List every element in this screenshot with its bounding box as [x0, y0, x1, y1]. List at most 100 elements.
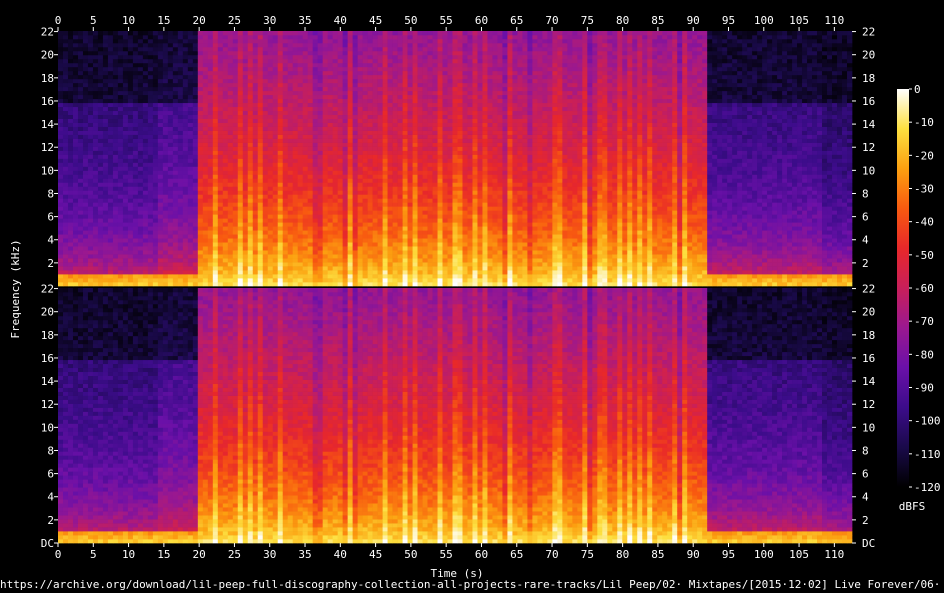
spectrogram-cell — [237, 38, 244, 44]
spectrogram-cell — [267, 242, 274, 247]
spectrogram-cell — [147, 190, 154, 195]
spectrogram-cell — [242, 190, 249, 195]
spectrogram-cell — [197, 70, 204, 76]
spectrogram-cell — [127, 254, 134, 259]
spectrogram-cell — [247, 238, 254, 243]
spectrogram-cell — [147, 31, 154, 36]
spectrogram-cell — [212, 178, 219, 183]
spectrogram-cell — [87, 218, 94, 223]
spectrogram-cell — [242, 110, 249, 116]
spectrogram-cell — [87, 66, 94, 72]
spectrogram-cell — [222, 258, 229, 263]
spectrogram-cell — [417, 202, 423, 207]
spectrogram-cell — [107, 242, 114, 247]
spectrogram-cell — [397, 266, 403, 271]
spectrogram-cell — [327, 162, 333, 167]
spectrogram-cell — [427, 78, 433, 84]
spectrogram-cell — [277, 226, 284, 231]
spectrogram-cell — [142, 274, 149, 279]
spectrogram-cell — [392, 38, 398, 44]
spectrogram-cell — [402, 258, 408, 263]
spectrogram-cell — [82, 210, 89, 215]
spectrogram-cell — [282, 194, 289, 199]
spectrogram-cell — [247, 42, 254, 48]
spectrogram-cell — [267, 150, 274, 155]
spectrogram-cell — [387, 62, 393, 68]
spectrogram-cell — [237, 222, 244, 227]
spectrogram-cell — [327, 86, 333, 92]
spectrogram-cell — [342, 242, 348, 247]
spectrogram-cell — [172, 274, 179, 279]
spectrogram-cell — [142, 226, 149, 231]
spectrogram-cell — [447, 282, 453, 287]
spectrogram-cell — [442, 78, 448, 84]
spectrogram-cell — [162, 126, 169, 131]
spectrogram-cell — [407, 114, 413, 119]
spectrogram-cell — [177, 194, 184, 199]
spectrogram-cell — [372, 66, 378, 72]
spectrogram-cell — [267, 130, 274, 135]
spectrogram-cell — [327, 242, 333, 247]
spectrogram-cell — [432, 254, 438, 259]
spectrogram-cell — [312, 234, 319, 239]
spectrogram-cell — [107, 158, 114, 163]
spectrogram-cell — [212, 78, 219, 84]
spectrogram-cell — [92, 190, 99, 195]
spectrogram-cell — [127, 66, 134, 72]
spectrogram-cell — [357, 222, 363, 227]
spectrogram-cell — [232, 282, 239, 287]
spectrogram-cell — [392, 74, 398, 80]
spectrogram-cell — [107, 134, 114, 139]
spectrogram-cell — [172, 214, 179, 219]
spectrogram-cell — [177, 90, 184, 96]
spectrogram-cell — [147, 34, 154, 40]
spectrogram-cell — [407, 78, 413, 84]
spectrogram-cell — [147, 50, 154, 56]
spectrogram-cell — [307, 86, 314, 92]
spectrogram-cell — [122, 118, 129, 123]
spectrogram-cell — [377, 74, 383, 80]
spectrogram-cell — [122, 46, 129, 52]
spectrogram-cell — [302, 266, 309, 271]
spectrogram-cell — [392, 170, 398, 175]
spectrogram-cell — [102, 86, 109, 92]
spectrogram-cell — [197, 122, 204, 127]
spectrogram-cell — [92, 278, 99, 283]
spectrogram-cell — [392, 66, 398, 72]
spectrogram-cell — [292, 182, 299, 187]
spectrogram-cell — [382, 242, 388, 247]
spectrogram-cell — [437, 162, 443, 167]
spectrogram-cell — [362, 130, 368, 135]
spectrogram-cell — [302, 218, 309, 223]
spectrogram-cell — [122, 202, 129, 207]
spectrogram-cell — [362, 282, 368, 287]
spectrogram-cell — [97, 122, 104, 127]
spectrogram-cell — [72, 114, 79, 119]
spectrogram-cell — [247, 246, 254, 251]
spectrogram-cell — [257, 174, 264, 179]
spectrogram-cell — [412, 242, 418, 247]
spectrogram-cell — [207, 102, 214, 108]
spectrogram-cell — [442, 58, 448, 64]
spectrogram-cell — [162, 170, 169, 175]
spectrogram-cell — [252, 70, 259, 76]
spectrogram-cell — [387, 31, 393, 36]
spectrogram-cell — [107, 190, 114, 195]
spectrogram-cell — [172, 234, 179, 239]
spectrogram-cell — [367, 42, 373, 48]
spectrogram-cell — [172, 258, 179, 263]
spectrogram-cell — [402, 178, 408, 183]
spectrogram-cell — [322, 126, 329, 131]
spectrogram-cell — [162, 42, 169, 48]
spectrogram-cell — [317, 190, 324, 195]
spectrogram-cell — [422, 242, 428, 247]
spectrogram-cell — [287, 122, 294, 127]
spectrogram-cell — [392, 130, 398, 135]
spectrogram-cell — [127, 31, 134, 36]
spectrogram-cell — [132, 50, 139, 56]
spectrogram-cell — [297, 250, 304, 255]
spectrogram-cell — [347, 242, 353, 247]
spectrogram-cell — [197, 34, 204, 40]
spectrogram-cell — [292, 74, 299, 80]
spectrogram-cell — [262, 270, 269, 275]
